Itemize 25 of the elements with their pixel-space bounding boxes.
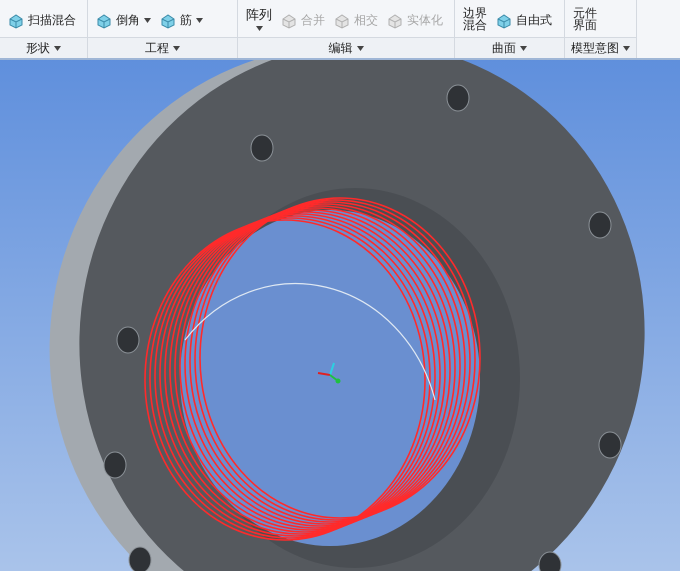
caret-icon [356,46,364,51]
ribbon-button[interactable]: 边界混合 [461,6,489,31]
ribbon-button[interactable]: 元件界面 [571,6,599,31]
caret-icon [173,46,180,51]
feature-icon [334,12,350,29]
group-label[interactable]: 形状 [0,37,87,58]
ribbon-button[interactable]: 扫描混合 [6,12,78,30]
group-label[interactable]: 曲面 [455,37,564,58]
ribbon-button[interactable]: 倒角 [94,12,153,30]
axis-triad-icon [318,362,340,384]
group-label[interactable]: 工程 [88,37,237,58]
ribbon-button[interactable]: 阵列 [244,6,274,32]
group-label[interactable]: 编辑 [238,37,454,58]
ribbon-button[interactable]: 筋 [158,12,205,30]
feature-icon [96,12,112,29]
feature-icon [387,12,403,29]
caret-icon [520,46,527,51]
feature-icon [160,12,176,29]
caret-icon [54,46,61,51]
ribbon-button[interactable]: 自由式 [494,12,554,30]
feature-icon [496,12,512,29]
caret-icon [623,46,630,51]
group-label[interactable]: 模型意图 [565,37,636,58]
feature-icon [281,12,297,29]
feature-icon [8,12,24,29]
